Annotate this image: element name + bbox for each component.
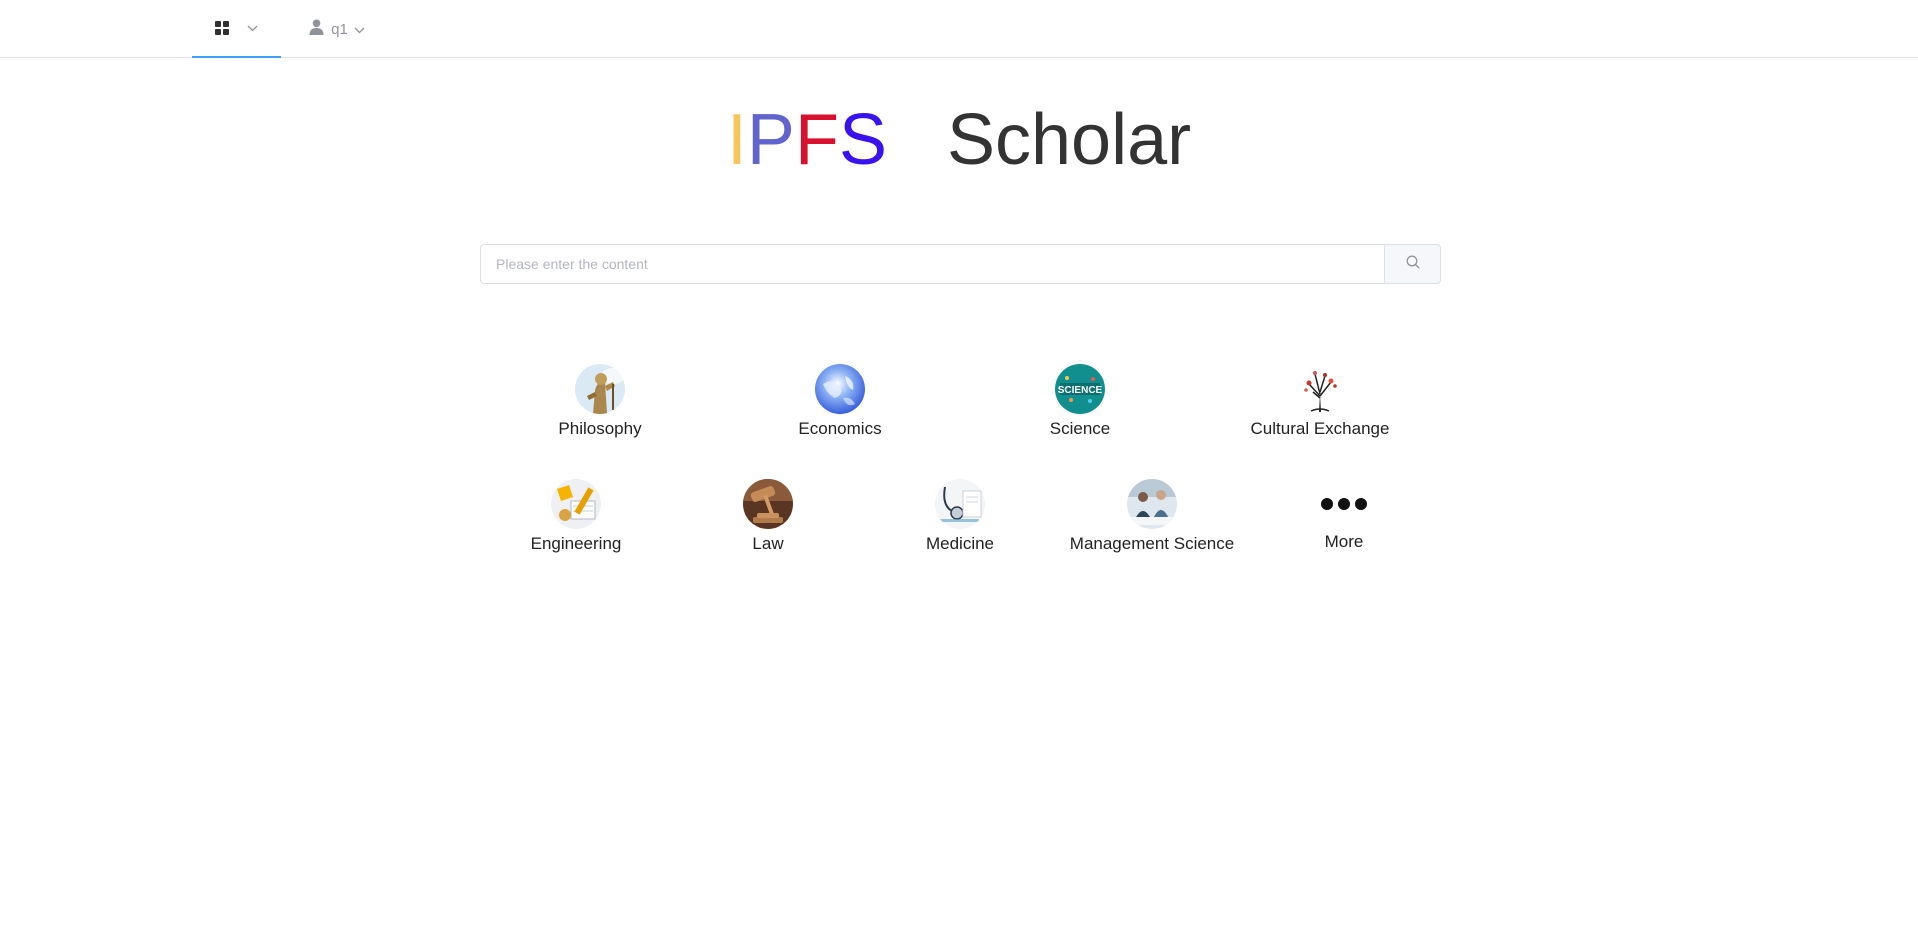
category-label: Cultural Exchange <box>1250 419 1390 438</box>
category-law[interactable]: Law <box>678 479 858 554</box>
category-more[interactable]: More <box>1254 479 1434 552</box>
category-label: Philosophy <box>558 419 642 438</box>
logo-letter-s: S <box>838 100 887 180</box>
category-management-science[interactable]: Management Science <box>1062 479 1242 554</box>
category-medicine[interactable]: Medicine <box>870 479 1050 554</box>
logo-scholar-word: Scholar <box>946 100 1192 180</box>
chevron-down-icon <box>247 19 258 37</box>
category-label: Law <box>752 534 784 553</box>
search-icon <box>1406 255 1420 274</box>
economics-globe-image <box>815 364 865 414</box>
category-cultural-exchange[interactable]: Cultural Exchange <box>1230 364 1410 439</box>
science-badge-image: SCIENCE <box>1055 364 1105 414</box>
category-label: Management Science <box>1069 534 1235 553</box>
top-nav-bar: q1 <box>0 0 1918 58</box>
management-meeting-image <box>1127 479 1177 529</box>
apps-menu[interactable] <box>192 0 281 58</box>
user-menu[interactable]: q1 <box>296 0 378 58</box>
search-button[interactable] <box>1384 244 1441 284</box>
category-label: Medicine <box>925 534 995 553</box>
search-input[interactable] <box>480 244 1384 284</box>
category-label: Economics <box>798 419 882 438</box>
category-label: More <box>1324 532 1364 551</box>
svg-text:SCIENCE: SCIENCE <box>1058 385 1103 396</box>
category-label: Engineering <box>530 534 622 553</box>
category-engineering[interactable]: Engineering <box>486 479 666 554</box>
logo-letter-i: I <box>726 100 747 180</box>
logo-letter-p: P <box>746 100 795 180</box>
more-dots-icon <box>1254 479 1434 529</box>
chevron-down-icon <box>354 21 365 38</box>
cultural-tree-image <box>1295 364 1345 414</box>
username-label: q1 <box>331 20 348 38</box>
site-logo: IPFS Scholar <box>0 96 1918 184</box>
category-label: Science <box>1049 419 1111 438</box>
category-science[interactable]: SCIENCE Science <box>990 364 1170 439</box>
category-philosophy[interactable]: Philosophy <box>510 364 690 439</box>
logo-letter-f: F <box>794 100 839 180</box>
engineering-image <box>551 479 601 529</box>
search-bar <box>480 244 1441 284</box>
philosophy-statue-image <box>575 364 625 414</box>
law-gavel-image <box>743 479 793 529</box>
person-icon <box>309 19 324 39</box>
grid-icon <box>215 21 229 35</box>
category-economics[interactable]: Economics <box>750 364 930 439</box>
medicine-stethoscope-image <box>935 479 985 529</box>
